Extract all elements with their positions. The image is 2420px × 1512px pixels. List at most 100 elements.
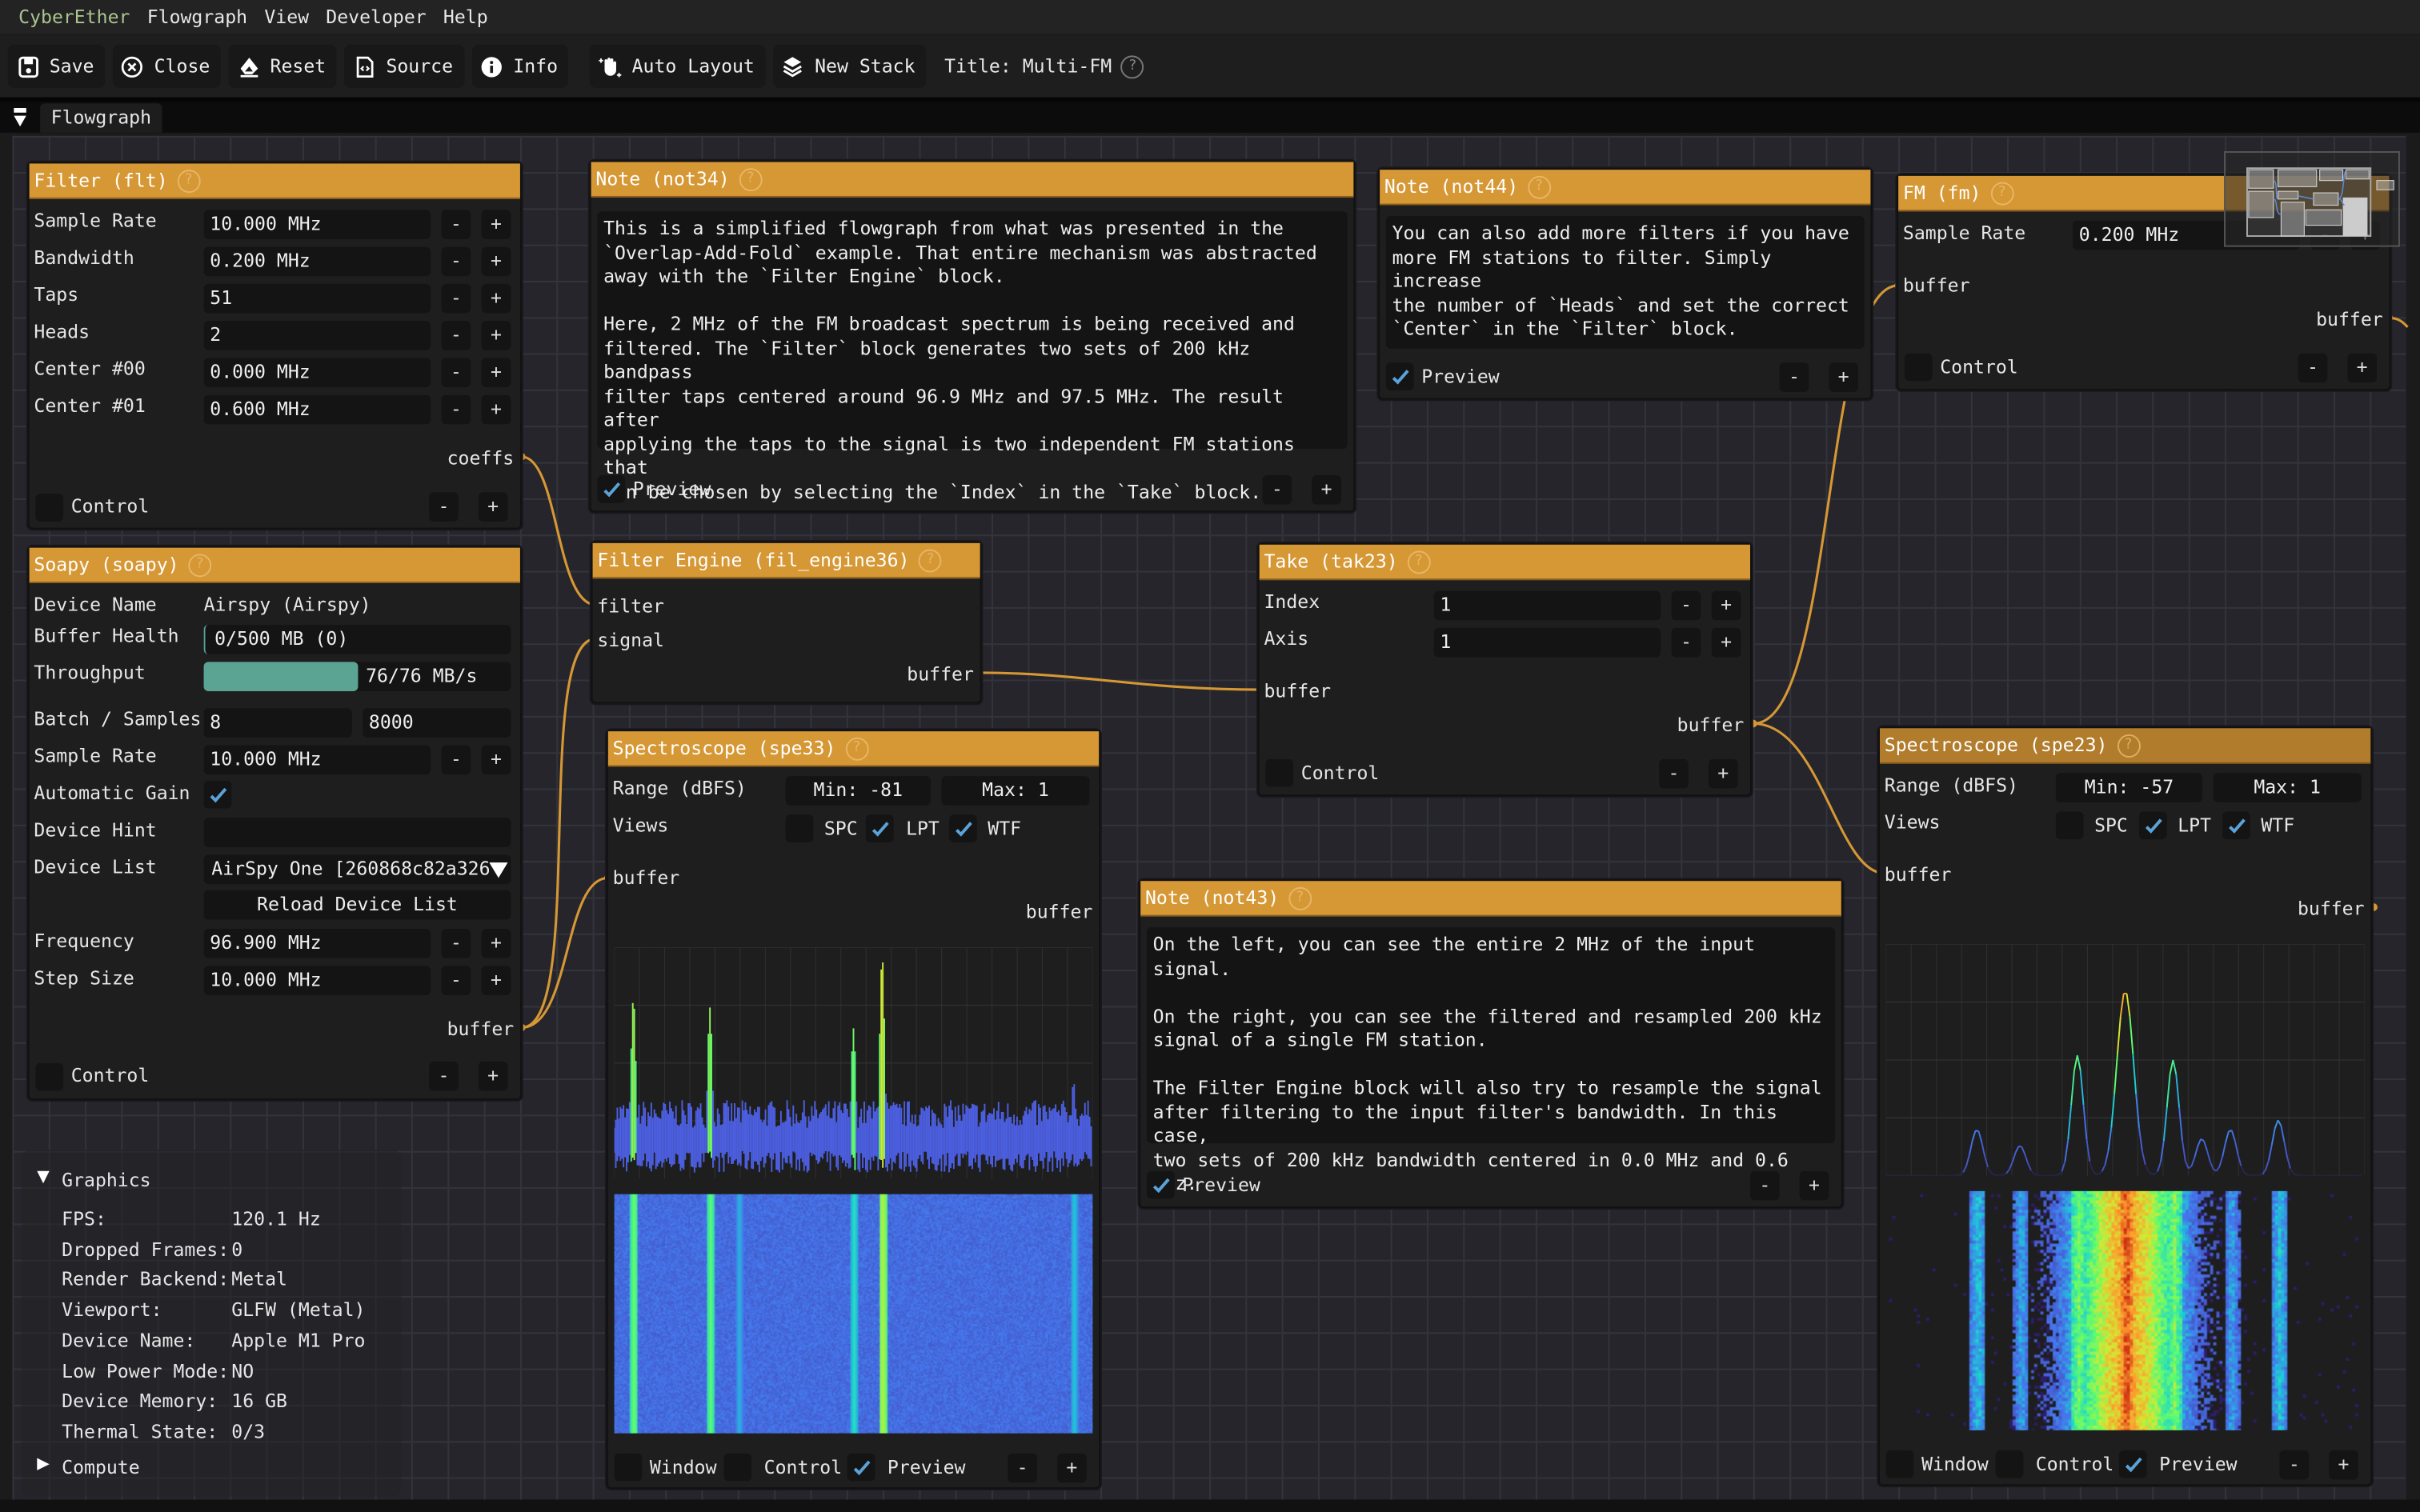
- grow-button[interactable]: +: [1708, 758, 1738, 789]
- decrement-button[interactable]: -: [1671, 627, 1701, 658]
- grow-button[interactable]: +: [1312, 474, 1341, 505]
- increment-button[interactable]: +: [481, 358, 511, 388]
- shrink-button[interactable]: -: [429, 1061, 459, 1091]
- grow-button[interactable]: +: [1057, 1453, 1087, 1483]
- shrink-button[interactable]: -: [1262, 474, 1292, 505]
- port-coeffs[interactable]: coeffs: [447, 447, 515, 469]
- wtf-checkbox[interactable]: [949, 814, 977, 842]
- wtf-checkbox[interactable]: [2222, 811, 2250, 840]
- note-text[interactable]: On the left, you can see the entire 2 MH…: [1146, 927, 1836, 1194]
- sample-rate-input[interactable]: 10.000 MHz: [203, 745, 431, 775]
- increment-button[interactable]: +: [481, 246, 511, 277]
- menu-help[interactable]: Help: [437, 6, 494, 28]
- node-filter-engine[interactable]: Filter Engine (fil_engine36)? filter sig…: [591, 541, 982, 704]
- frequency-input[interactable]: 96.900 MHz: [203, 928, 431, 958]
- close-button[interactable]: Close: [112, 44, 221, 88]
- shrink-button[interactable]: -: [1749, 1170, 1780, 1201]
- help-icon[interactable]: ?: [844, 736, 868, 760]
- port-buffer-out[interactable]: buffer: [2298, 898, 2365, 919]
- index-input[interactable]: 1: [1433, 590, 1661, 621]
- axis-input[interactable]: 1: [1433, 627, 1661, 658]
- decrement-button[interactable]: -: [441, 246, 471, 277]
- shrink-button[interactable]: -: [2279, 1450, 2310, 1480]
- increment-button[interactable]: +: [481, 966, 511, 995]
- spc-checkbox[interactable]: [785, 814, 814, 842]
- tab-flowgraph[interactable]: Flowgraph: [40, 103, 162, 133]
- help-icon[interactable]: ?: [2117, 734, 2140, 757]
- control-checkbox[interactable]: [1265, 758, 1294, 787]
- decrement-button[interactable]: -: [441, 358, 471, 388]
- control-checkbox[interactable]: [35, 1062, 64, 1091]
- new-stack-button[interactable]: New Stack: [773, 44, 927, 88]
- port-filter-in[interactable]: filter: [597, 595, 664, 617]
- help-icon[interactable]: ?: [1288, 886, 1312, 910]
- menu-flowgraph[interactable]: Flowgraph: [141, 6, 254, 28]
- preview-checkbox[interactable]: [2118, 1450, 2147, 1478]
- decrement-button[interactable]: -: [1671, 590, 1701, 621]
- decrement-button[interactable]: -: [441, 210, 471, 239]
- shrink-button[interactable]: -: [1008, 1453, 1037, 1483]
- node-note-43[interactable]: Note (not43)? On the left, you can see t…: [1139, 879, 1843, 1209]
- node-header[interactable]: Take (tak23)?: [1259, 544, 1750, 581]
- collapsed-arrow-icon[interactable]: [37, 1458, 50, 1470]
- port-buffer-in[interactable]: buffer: [1903, 274, 1970, 296]
- port-buffer-in[interactable]: buffer: [1885, 864, 1952, 886]
- node-header[interactable]: Note (not44)?: [1380, 170, 1871, 206]
- increment-button[interactable]: +: [481, 394, 511, 425]
- compute-header[interactable]: Compute: [62, 1457, 140, 1478]
- node-filter[interactable]: Filter (flt)? Sample Rate 10.000 MHz - +…: [27, 162, 522, 530]
- node-spectroscope-23[interactable]: Spectroscope (spe23)? Range (dBFS) Min: …: [1878, 726, 2373, 1486]
- control-checkbox[interactable]: [1995, 1450, 2024, 1478]
- node-soapy[interactable]: Soapy (soapy)? Device Name Airspy (Airsp…: [27, 546, 522, 1101]
- preview-checkbox[interactable]: [597, 474, 626, 503]
- lpt-checkbox[interactable]: [2138, 811, 2167, 840]
- flowgraph-title[interactable]: Title: Multi-FM ?: [944, 54, 1144, 78]
- preview-checkbox[interactable]: [1385, 362, 1414, 390]
- window-checkbox[interactable]: [1885, 1450, 1914, 1478]
- help-icon[interactable]: ?: [1120, 54, 1144, 78]
- device-hint-input[interactable]: [203, 818, 511, 847]
- help-icon[interactable]: ?: [1407, 550, 1431, 574]
- decrement-button[interactable]: -: [441, 928, 471, 958]
- field-input[interactable]: 10.000 MHz: [203, 210, 431, 239]
- grow-button[interactable]: +: [1799, 1170, 1829, 1201]
- range-min-input[interactable]: Min: -57: [2055, 773, 2203, 802]
- grow-button[interactable]: +: [478, 492, 508, 522]
- port-buffer-in[interactable]: buffer: [613, 867, 680, 889]
- app-menu-cyberether[interactable]: CyberEther: [12, 6, 136, 28]
- spc-checkbox[interactable]: [2055, 811, 2084, 840]
- port-buffer-out[interactable]: buffer: [447, 1018, 515, 1040]
- node-header[interactable]: Note (not34)?: [591, 162, 1354, 198]
- port-buffer-out[interactable]: buffer: [907, 663, 974, 685]
- info-button[interactable]: Info: [471, 44, 569, 88]
- grow-button[interactable]: +: [2347, 353, 2377, 383]
- expanded-arrow-icon[interactable]: [37, 1170, 50, 1184]
- help-icon[interactable]: ?: [919, 548, 943, 572]
- auto-layout-button[interactable]: Auto Layout: [590, 44, 766, 88]
- grow-button[interactable]: +: [478, 1061, 508, 1091]
- save-button[interactable]: Save: [7, 44, 105, 88]
- decrement-button[interactable]: -: [441, 321, 471, 350]
- samples-input[interactable]: 8000: [363, 708, 511, 738]
- batch-input[interactable]: 8: [203, 708, 352, 738]
- help-icon[interactable]: ?: [1990, 181, 2013, 205]
- increment-button[interactable]: +: [1711, 590, 1741, 621]
- node-header[interactable]: Note (not43)?: [1140, 881, 1841, 917]
- node-note-34[interactable]: Note (not34)? This is a simplified flowg…: [589, 160, 1356, 513]
- menu-view[interactable]: View: [258, 6, 315, 28]
- preview-checkbox[interactable]: [1146, 1170, 1175, 1199]
- node-header[interactable]: Filter Engine (fil_engine36)?: [592, 542, 980, 579]
- control-checkbox[interactable]: [723, 1453, 752, 1482]
- increment-button[interactable]: +: [481, 321, 511, 350]
- node-spectroscope-33[interactable]: Spectroscope (spe33)? Range (dBFS) Min: …: [606, 730, 1101, 1490]
- field-input[interactable]: 0.600 MHz: [203, 394, 431, 425]
- collapse-icon[interactable]: [12, 106, 27, 128]
- shrink-button[interactable]: -: [2298, 353, 2328, 383]
- range-max-input[interactable]: Max: 1: [2213, 773, 2362, 802]
- shrink-button[interactable]: -: [1659, 758, 1689, 789]
- port-buffer-out[interactable]: buffer: [2316, 309, 2383, 330]
- note-text[interactable]: This is a simplified flowgraph from what…: [597, 211, 1348, 502]
- dropdown-arrow-icon[interactable]: [489, 862, 508, 878]
- node-note-44[interactable]: Note (not44)? You can also add more filt…: [1378, 168, 1873, 400]
- lpt-checkbox[interactable]: [865, 814, 894, 842]
